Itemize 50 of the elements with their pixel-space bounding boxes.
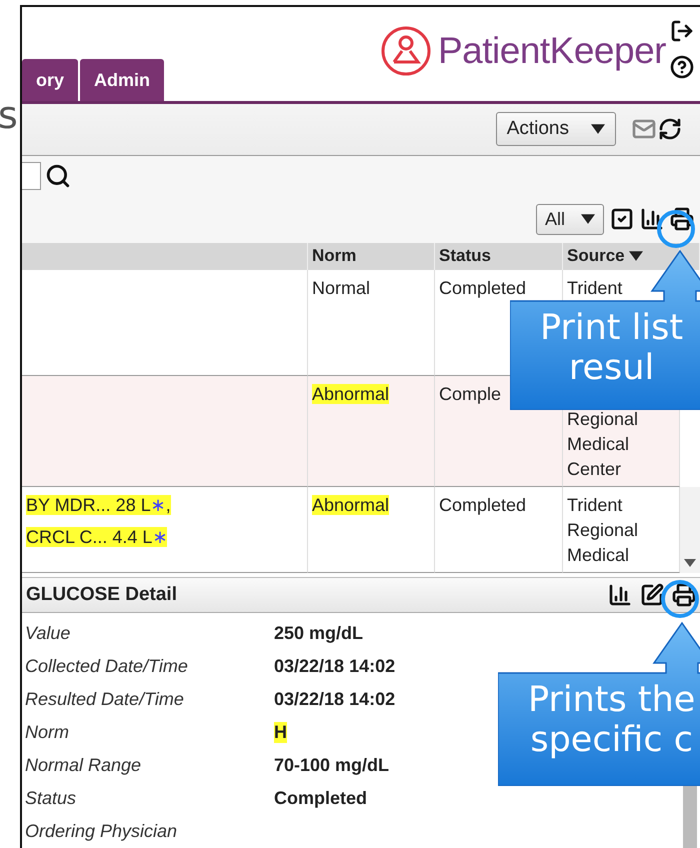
help-icon[interactable]: [670, 55, 694, 79]
field-label: Norm: [24, 722, 70, 743]
status-cell: Completed: [435, 486, 563, 573]
highlight-ring: [657, 210, 695, 248]
caret-icon: [591, 124, 605, 134]
field-value: 70-100 mg/dL: [274, 755, 390, 776]
norm-text: Abnormal: [312, 384, 390, 404]
side-letter: s: [0, 93, 18, 137]
field-label: Resulted Date/Time: [24, 689, 185, 710]
column-header[interactable]: Source: [563, 242, 680, 270]
column-header[interactable]: Status: [435, 242, 563, 270]
field-value: 03/22/18 14:02: [274, 689, 396, 710]
source-cell: Trident Regional Medical: [563, 486, 680, 573]
detail-title: GLUCOSE Detail: [26, 584, 177, 606]
logo-icon: [380, 25, 432, 77]
scrollbar[interactable]: [683, 785, 697, 848]
print-icon[interactable]: [672, 582, 696, 607]
print-icon[interactable]: [670, 207, 694, 232]
chart-icon[interactable]: [608, 582, 632, 607]
search-field[interactable]: [22, 162, 41, 190]
filter-dropdown[interactable]: All: [536, 204, 604, 235]
checkbox-icon[interactable]: [610, 207, 634, 232]
actions-dropdown[interactable]: Actions: [496, 112, 616, 146]
field-value: Completed: [274, 788, 368, 809]
scrollbar[interactable]: [680, 486, 700, 573]
field-value: 03/22/18 14:02: [274, 656, 396, 677]
field-value: 250 mg/dL: [274, 623, 364, 644]
nav-tab[interactable]: Admin: [80, 58, 164, 101]
result-text: BY MDR... 28 L∗,: [26, 494, 171, 515]
field-label: Value: [24, 623, 72, 644]
refresh-icon[interactable]: [658, 117, 682, 142]
logo-text: PatientKeeper: [438, 30, 666, 72]
field-label: Collected Date/Time: [24, 656, 189, 677]
norm-text: Abnormal: [312, 494, 390, 515]
scroll-down-icon[interactable]: [684, 558, 696, 567]
field-label: Status: [24, 788, 78, 809]
chart-icon[interactable]: [640, 207, 664, 232]
result-text: CRCL C... 4.4 L∗: [26, 526, 168, 547]
column-header[interactable]: Norm: [308, 242, 435, 270]
highlight-ring: [661, 580, 699, 618]
search-icon[interactable]: [45, 163, 71, 189]
field-label: Ordering Physician: [24, 821, 178, 842]
nav-tab[interactable]: ory: [22, 58, 78, 101]
norm-text: Normal: [312, 278, 370, 298]
field-label: Normal Range: [24, 755, 142, 776]
callout-text: Prints the specific c: [528, 680, 696, 760]
logout-icon[interactable]: [670, 19, 694, 43]
caret-icon: [581, 214, 595, 224]
edit-icon[interactable]: [640, 582, 664, 607]
field-value: H: [274, 722, 287, 743]
